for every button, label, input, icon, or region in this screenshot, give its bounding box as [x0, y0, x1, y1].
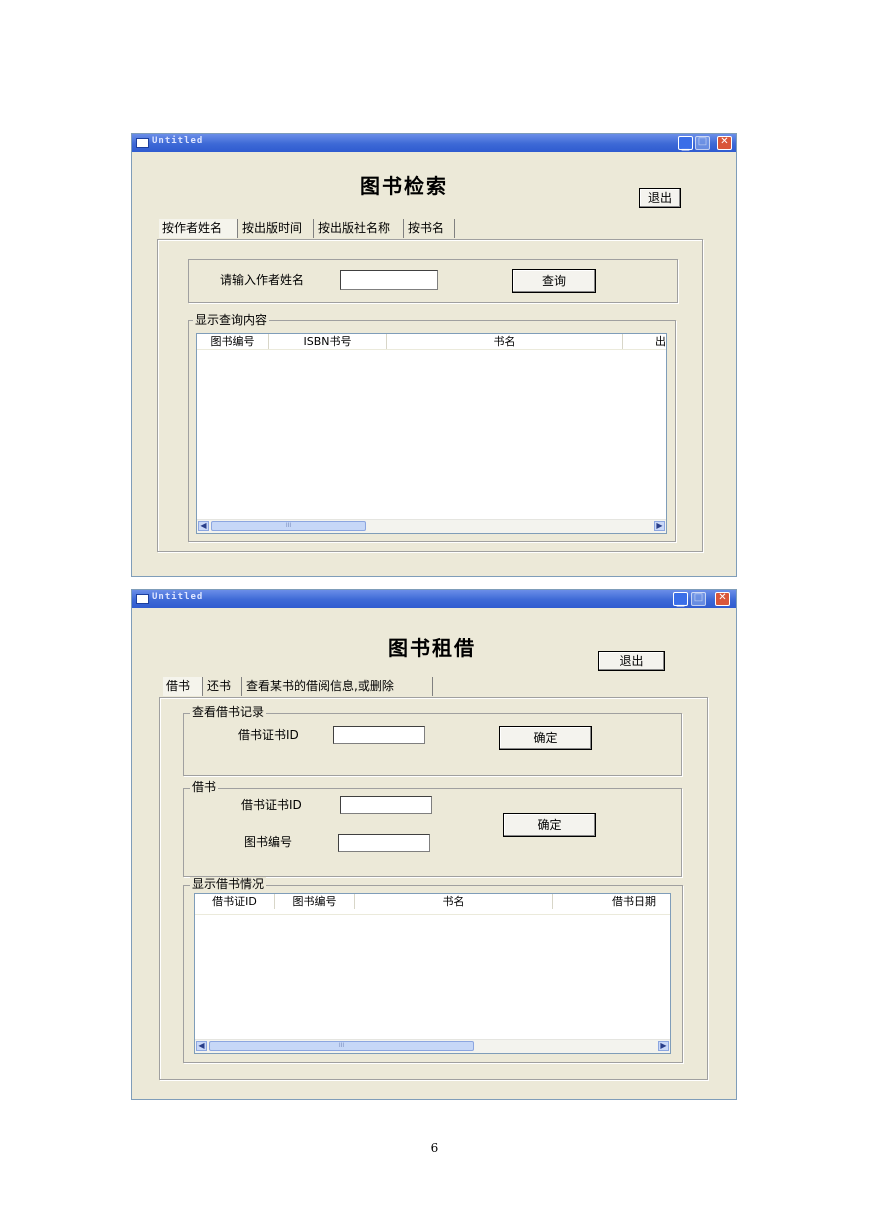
page-title: 图书租借 — [388, 636, 476, 660]
column-title[interactable]: 书名 — [387, 334, 623, 349]
maximize-button[interactable]: □ — [695, 136, 710, 150]
scroll-thumb[interactable]: III — [211, 521, 366, 531]
results-list[interactable]: 图书编号 ISBN书号 书名 出 ◀ III ▶ — [196, 333, 667, 534]
maximize-icon: □ — [693, 592, 704, 603]
tab-by-publish-time[interactable]: 按出版时间 — [239, 219, 314, 238]
column-borrow-date[interactable]: 借书日期 — [553, 894, 670, 909]
query-button[interactable]: 查询 — [512, 269, 596, 293]
book-borrow-window: Untitled ▁ □ ✕ 图书租借 退出 借书 还书 查看某书的借阅信息,或… — [131, 589, 737, 1100]
scroll-right-icon[interactable]: ▶ — [654, 521, 665, 531]
borrow-group-label: 借书 — [190, 780, 219, 794]
column-publisher[interactable]: 出 — [623, 334, 666, 349]
borrow-confirm-button[interactable]: 确定 — [503, 813, 596, 837]
close-icon: ✕ — [720, 136, 729, 147]
window-title: Untitled — [152, 592, 204, 602]
tab-view-or-delete[interactable]: 查看某书的借阅信息,或删除 — [243, 677, 433, 696]
page-number: 6 — [430, 1141, 439, 1155]
horizontal-scrollbar[interactable]: ◀ III ▶ — [195, 1039, 670, 1053]
tab-panel: 查看借书记录 借书证书ID 确定 借书 借书证书ID 图书编号 确定 显示借书情… — [159, 697, 708, 1080]
tab-by-author[interactable]: 按作者姓名 — [159, 219, 238, 238]
tab-return[interactable]: 还书 — [204, 677, 242, 696]
borrow-card-id-label: 借书证书ID — [241, 798, 302, 812]
tab-by-title[interactable]: 按书名 — [405, 219, 455, 238]
borrow-book-id-label: 图书编号 — [244, 835, 293, 849]
title-bar[interactable]: Untitled ▁ □ ✕ — [132, 134, 736, 152]
close-icon: ✕ — [718, 592, 727, 603]
close-button[interactable]: ✕ — [715, 592, 730, 606]
tab-strip: 借书 还书 查看某书的借阅信息,或删除 — [163, 677, 463, 697]
minimize-button[interactable]: ▁ — [678, 136, 693, 151]
column-book-id[interactable]: 图书编号 — [275, 894, 355, 909]
scroll-right-icon[interactable]: ▶ — [658, 1041, 669, 1051]
tab-strip: 按作者姓名 按出版时间 按出版社名称 按书名 — [159, 219, 459, 239]
title-bar[interactable]: Untitled ▁ □ ✕ — [132, 590, 736, 608]
list-header: 图书编号 ISBN书号 书名 出 — [197, 334, 666, 350]
column-book-id[interactable]: 图书编号 — [197, 334, 269, 349]
author-prompt: 请输入作者姓名 — [220, 273, 305, 287]
borrow-list[interactable]: 借书证ID 图书编号 书名 借书日期 ◀ III ▶ — [194, 893, 671, 1054]
view-confirm-button[interactable]: 确定 — [499, 726, 592, 750]
view-card-id-label: 借书证书ID — [238, 728, 299, 742]
maximize-button[interactable]: □ — [691, 592, 706, 606]
minimize-icon: ▁ — [676, 596, 685, 607]
maximize-icon: □ — [697, 136, 708, 147]
horizontal-scrollbar[interactable]: ◀ III ▶ — [197, 519, 666, 533]
exit-button[interactable]: 退出 — [598, 651, 665, 671]
window-icon — [136, 594, 149, 604]
scroll-left-icon[interactable]: ◀ — [196, 1041, 207, 1051]
column-isbn[interactable]: ISBN书号 — [269, 334, 387, 349]
view-records-group-label: 查看借书记录 — [190, 705, 267, 719]
borrow-card-id-input[interactable] — [340, 796, 432, 814]
tab-panel: 请输入作者姓名 查询 显示查询内容 图书编号 ISBN书号 书名 出 ◀ III… — [157, 239, 703, 552]
author-name-input[interactable] — [340, 270, 438, 290]
window-icon — [136, 138, 149, 148]
minimize-icon: ▁ — [681, 140, 690, 151]
borrow-list-group-label: 显示借书情况 — [190, 877, 267, 891]
tab-borrow[interactable]: 借书 — [163, 677, 203, 696]
window-title: Untitled — [152, 136, 204, 146]
scroll-left-icon[interactable]: ◀ — [198, 521, 209, 531]
tab-by-publisher[interactable]: 按出版社名称 — [315, 219, 404, 238]
page-title: 图书检索 — [360, 174, 448, 198]
column-card-id[interactable]: 借书证ID — [195, 894, 275, 909]
scroll-thumb[interactable]: III — [209, 1041, 474, 1051]
results-group-label: 显示查询内容 — [193, 313, 270, 327]
view-card-id-input[interactable] — [333, 726, 425, 744]
column-title[interactable]: 书名 — [355, 894, 553, 909]
minimize-button[interactable]: ▁ — [673, 592, 688, 607]
list-header: 借书证ID 图书编号 书名 借书日期 — [195, 894, 670, 915]
view-records-group — [183, 713, 682, 776]
borrow-book-id-input[interactable] — [338, 834, 430, 852]
book-search-window: Untitled ▁ □ ✕ 图书检索 退出 按作者姓名 按出版时间 按出版社名… — [131, 133, 737, 577]
exit-button[interactable]: 退出 — [639, 188, 681, 208]
close-button[interactable]: ✕ — [717, 136, 732, 150]
